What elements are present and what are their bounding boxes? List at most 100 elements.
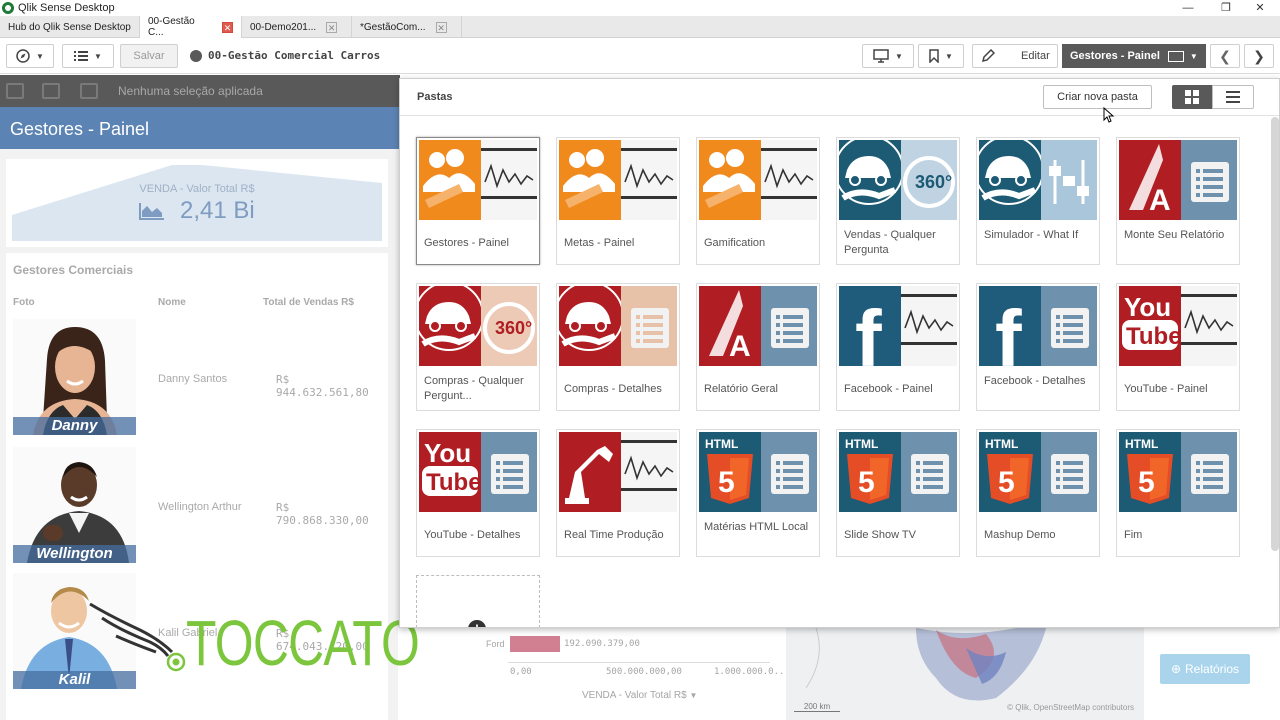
mouse-cursor-icon: [1103, 107, 1115, 123]
step-back-icon[interactable]: [6, 83, 24, 99]
svg-text:A: A: [729, 330, 751, 363]
tab-hub[interactable]: Hub do Qlik Sense Desktop: [0, 16, 140, 38]
close-icon[interactable]: ✕: [435, 21, 447, 33]
sheet-card[interactable]: A Monte Seu Relatório: [1116, 137, 1240, 265]
sales-by-brand-chart[interactable]: Ford 192.090.379,00 0,00 500.000.000,00 …: [398, 628, 790, 720]
column-header-photo: Foto: [13, 297, 35, 308]
sheet-thumbnail: A: [1119, 140, 1237, 220]
close-window-button[interactable]: ✕: [1240, 0, 1280, 16]
sheet-card-label: Simulador - What If: [984, 229, 1079, 241]
reports-label: Relatórios: [1185, 662, 1240, 676]
sheet-card[interactable]: 360° Vendas - Qualquer Pergunta: [836, 137, 960, 265]
qlik-app-icon: [2, 2, 14, 14]
sheet-card-label: Fim: [1124, 529, 1143, 541]
sheet-card[interactable]: HTML 5 Mashup Demo: [976, 429, 1100, 557]
minimize-button[interactable]: —: [1168, 0, 1208, 16]
bar-ford[interactable]: [510, 636, 560, 652]
reports-panel: ⊕ Relatórios: [1146, 628, 1280, 720]
sheet-card[interactable]: 360° Compras - Qualquer Pergunt...: [416, 283, 540, 411]
chevron-down-icon: ▼: [36, 51, 44, 61]
sheet-card[interactable]: HTML 5 Fim: [1116, 429, 1240, 557]
svg-text:5: 5: [998, 466, 1015, 499]
grid-view-button[interactable]: [1172, 85, 1212, 109]
sheet-card[interactable]: HTML 5 Matérias HTML Local: [696, 429, 820, 557]
info-icon: !: [468, 620, 486, 627]
globe-icon: [190, 49, 202, 62]
create-new-sheet-button[interactable]: Criar nova pasta: [1043, 85, 1152, 109]
tab-label: 00-Gestão C...: [148, 16, 195, 38]
sheet-selector-button[interactable]: Gestores - Painel ▼: [1062, 44, 1206, 68]
present-button[interactable]: ▼: [862, 44, 914, 68]
sheet-thumbnail: f: [979, 286, 1097, 366]
kpi-label: VENDA - Valor Total R$: [139, 183, 255, 195]
popup-scrollbar[interactable]: [1271, 117, 1279, 551]
chevron-left-icon: ❮: [1219, 47, 1231, 64]
sheet-thumbnail: [559, 140, 677, 220]
save-button[interactable]: Salvar: [120, 44, 178, 68]
bookmark-icon: [929, 49, 939, 63]
next-sheet-button[interactable]: ❯: [1244, 44, 1274, 68]
svg-text:Tube: Tube: [1126, 323, 1182, 350]
sheet-card-label: Compras - Detalhes: [564, 383, 662, 395]
sheet-card[interactable]: Gestores - Painel: [416, 137, 540, 265]
sheet-thumbnail: HTML 5: [1119, 432, 1237, 512]
compass-icon: [16, 49, 30, 63]
manager-total: R$ 944.632.561,80: [276, 373, 369, 399]
x-axis-title[interactable]: VENDA - Valor Total R$ ▼: [582, 690, 697, 701]
sheet-card[interactable]: f Facebook - Detalhes: [976, 283, 1100, 411]
window-title: Qlik Sense Desktop: [18, 2, 115, 14]
window-titlebar: Qlik Sense Desktop — ❐ ✕: [0, 0, 1280, 16]
tab-gestao-com[interactable]: *GestãoCom... ✕: [352, 16, 462, 38]
sheet-card-label: YouTube - Painel: [1124, 383, 1208, 395]
tab-label: *GestãoCom...: [360, 21, 426, 33]
manager-photo: Wellington: [13, 447, 136, 563]
sheet-card-label: Mashup Demo: [984, 529, 1056, 541]
step-forward-icon[interactable]: [42, 83, 60, 99]
sheet-card[interactable]: Metas - Painel: [556, 137, 680, 265]
new-sheet-placeholder[interactable]: !: [416, 575, 540, 627]
sheet-thumbnail: [699, 140, 817, 220]
kpi-total-sales[interactable]: VENDA - Valor Total R$ 2,41 Bi: [6, 159, 388, 247]
bookmarks-button[interactable]: ▼: [918, 44, 964, 68]
sheet-thumbnail: A: [699, 286, 817, 366]
tab-gestao-comercial[interactable]: 00-Gestão C... ✕: [140, 16, 242, 38]
sheet-thumbnail: HTML 5: [979, 432, 1097, 512]
sheet-card[interactable]: A Relatório Geral: [696, 283, 820, 411]
clear-selections-icon[interactable]: [80, 83, 98, 99]
manager-name[interactable]: Danny Santos: [158, 373, 227, 385]
x-axis-line: [508, 662, 770, 663]
sheet-thumbnail: [559, 286, 677, 366]
svg-text:5: 5: [1138, 466, 1155, 499]
sheet-card-label: Compras - Qualquer Pergunt...: [424, 375, 524, 402]
chevron-down-icon: ▼: [689, 691, 698, 700]
sheet-card[interactable]: Simulador - What If: [976, 137, 1100, 265]
presentation-icon: [873, 49, 889, 63]
list-view-button[interactable]: [1212, 85, 1254, 109]
sheet-card[interactable]: You Tube YouTube - Painel: [1116, 283, 1240, 411]
previous-sheet-button[interactable]: ❮: [1210, 44, 1240, 68]
sheet-title: Gestores - Painel: [10, 119, 150, 139]
navigation-menu-button[interactable]: ▼: [6, 44, 54, 68]
sheet-thumbnail: You Tube: [1119, 286, 1237, 366]
pointing-hand-logo: [89, 602, 186, 672]
sheet-card[interactable]: Gamification: [696, 137, 820, 265]
sheet-card[interactable]: Compras - Detalhes: [556, 283, 680, 411]
manager-name[interactable]: Wellington Arthur: [158, 501, 242, 513]
svg-text:f: f: [995, 294, 1022, 366]
tab-demo[interactable]: 00-Demo201... ✕: [242, 16, 352, 38]
close-icon[interactable]: ✕: [326, 21, 338, 33]
reports-button[interactable]: ⊕ Relatórios: [1160, 654, 1250, 684]
sales-map[interactable]: 200 km © Qlik, OpenStreetMap contributor…: [786, 628, 1144, 720]
sheet-thumbnail: HTML 5: [839, 432, 957, 512]
close-icon[interactable]: ✕: [222, 21, 233, 33]
sheet-card[interactable]: Real Time Produção: [556, 429, 680, 557]
global-menu-button[interactable]: ▼: [62, 44, 114, 68]
sheet-card[interactable]: f Facebook - Painel: [836, 283, 960, 411]
sheet-card[interactable]: You Tube YouTube - Detalhes: [416, 429, 540, 557]
edit-button[interactable]: Editar: [972, 44, 1058, 68]
kpi-value-text: 2,41 Bi: [179, 197, 255, 224]
sheet-card-label: Gestores - Painel: [424, 237, 509, 249]
sheet-card[interactable]: HTML 5 Slide Show TV: [836, 429, 960, 557]
managers-title: Gestores Comerciais: [13, 263, 134, 277]
svg-text:5: 5: [718, 466, 735, 499]
